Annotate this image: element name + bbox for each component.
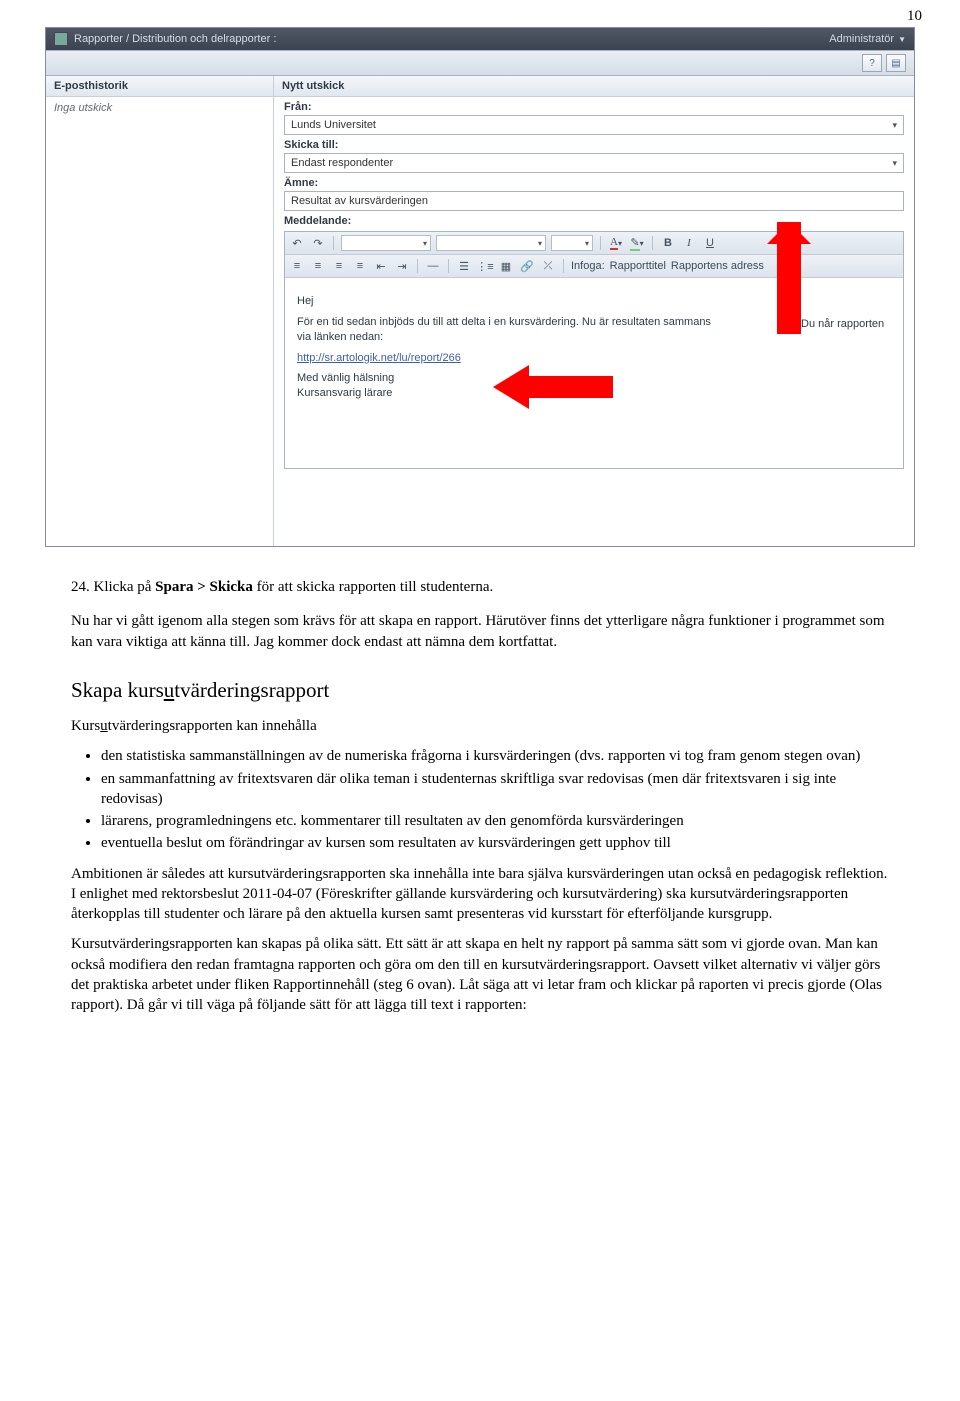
admin-menu[interactable]: Administratör ▼ — [829, 33, 906, 45]
paragraph-select[interactable]: ▾ — [341, 235, 431, 251]
align-right-icon[interactable]: ≡ — [331, 258, 347, 274]
app-body: E-posthistorik Inga utskick Nytt utskick… — [46, 76, 914, 546]
align-left-icon[interactable]: ≡ — [289, 258, 305, 274]
app-toolbar: ? ▤ — [46, 50, 914, 76]
align-center-icon[interactable]: ≡ — [310, 258, 326, 274]
unlink-icon[interactable]: ⤫ — [540, 258, 556, 274]
intro-paragraph: Nu har vi gått igenom alla stegen som kr… — [71, 611, 889, 652]
subject-input[interactable]: Resultat av kursvärderingen — [284, 191, 904, 211]
right-column-header: Nytt utskick — [274, 76, 914, 97]
separator — [652, 236, 653, 250]
step-24: 24. Klicka på Spara > Skicka för att ski… — [71, 577, 889, 597]
document-body: 24. Klicka på Spara > Skicka för att ski… — [45, 565, 915, 1065]
font-size-select[interactable]: ▾ — [551, 235, 593, 251]
breadcrumb: Rapporter / Distribution och delrapporte… — [74, 33, 276, 45]
from-select[interactable]: Lunds Universitet ▾ — [284, 115, 904, 135]
editor-content[interactable]: Hej För en tid sedan inbjöds du till att… — [285, 278, 903, 468]
from-value: Lunds Universitet — [291, 119, 376, 131]
underline-icon[interactable]: U — [702, 235, 718, 251]
to-select[interactable]: Endast respondenter ▾ — [284, 153, 904, 173]
insert-report-address-button[interactable]: Rapportens adress — [671, 260, 764, 272]
to-label: Skicka till: — [284, 139, 904, 151]
hr-icon[interactable]: — — [425, 258, 441, 274]
section-heading: Skapa kursutvärderingsrapport — [71, 676, 889, 704]
right-column: Nytt utskick Från: Lunds Universitet ▾ S… — [274, 76, 914, 546]
help-button[interactable]: ? — [862, 54, 882, 72]
side-note-text: Du når rapporten — [801, 318, 884, 330]
print-button[interactable]: ▤ — [886, 54, 906, 72]
separator — [563, 259, 564, 273]
redo-icon[interactable]: ↷ — [310, 235, 326, 251]
list-item: en sammanfattning av fritextsvaren där o… — [101, 769, 889, 810]
paragraph-3: Kursutvärderingsrapporten kan skapas på … — [71, 934, 889, 1015]
separator — [333, 236, 334, 250]
empty-list-note: Inga utskick — [46, 97, 273, 119]
chevron-down-icon: ▼ — [898, 35, 906, 44]
list-item: eventuella beslut om förändringar av kur… — [101, 833, 889, 853]
font-color-icon[interactable]: A▾ — [608, 235, 624, 251]
page-number: 10 — [0, 0, 960, 27]
report-link[interactable]: http://sr.artologik.net/lu/report/266 — [297, 352, 461, 364]
chevron-down-icon: ▾ — [892, 120, 897, 131]
italic-icon[interactable]: I — [681, 235, 697, 251]
chevron-down-icon: ▾ — [892, 158, 897, 169]
from-label: Från: — [284, 101, 904, 113]
indent-icon[interactable]: ⇥ — [394, 258, 410, 274]
link-icon[interactable]: 🔗 — [519, 258, 535, 274]
message-label: Meddelande: — [284, 215, 904, 227]
list-item: den statistiska sammanställningen av de … — [101, 746, 889, 766]
highlight-icon[interactable]: ✎▾ — [629, 235, 645, 251]
admin-label: Administratör — [829, 33, 894, 45]
separator — [600, 236, 601, 250]
table-icon[interactable]: ▦ — [498, 258, 514, 274]
app-screenshot: Rapporter / Distribution och delrapporte… — [45, 27, 915, 547]
bullet-list: den statistiska sammanställningen av de … — [101, 746, 889, 853]
undo-icon[interactable]: ↶ — [289, 235, 305, 251]
list-item: lärarens, programledningens etc. komment… — [101, 811, 889, 831]
insert-report-title-button[interactable]: Rapporttitel — [610, 260, 666, 272]
app-logo-icon — [54, 32, 68, 46]
separator — [417, 259, 418, 273]
annotation-arrow-left-icon — [493, 362, 613, 412]
to-value: Endast respondenter — [291, 157, 393, 169]
left-column-header: E-posthistorik — [46, 76, 273, 97]
help-icon: ? — [869, 58, 875, 69]
subject-label: Ämne: — [284, 177, 904, 189]
paragraph-2: Ambitionen är således att kursutvärderin… — [71, 864, 889, 925]
font-family-select[interactable]: ▾ — [436, 235, 546, 251]
outdent-icon[interactable]: ⇤ — [373, 258, 389, 274]
annotation-arrow-down-icon — [767, 222, 811, 334]
separator — [448, 259, 449, 273]
unordered-list-icon[interactable]: ⋮≡ — [477, 258, 493, 274]
ordered-list-icon[interactable]: ☰ — [456, 258, 472, 274]
insert-label: Infoga: — [571, 260, 605, 272]
subject-value: Resultat av kursvärderingen — [291, 195, 428, 207]
align-justify-icon[interactable]: ≡ — [352, 258, 368, 274]
list-intro: Kursutvärderingsrapporten kan innehålla — [71, 716, 889, 736]
editor: ↶ ↷ ▾ ▾ ▾ A▾ ✎▾ B I U ≡ ≡ ≡ — [284, 231, 904, 469]
bold-icon[interactable]: B — [660, 235, 676, 251]
left-column: E-posthistorik Inga utskick — [46, 76, 274, 546]
app-header: Rapporter / Distribution och delrapporte… — [46, 28, 914, 50]
document-icon: ▤ — [891, 58, 900, 69]
